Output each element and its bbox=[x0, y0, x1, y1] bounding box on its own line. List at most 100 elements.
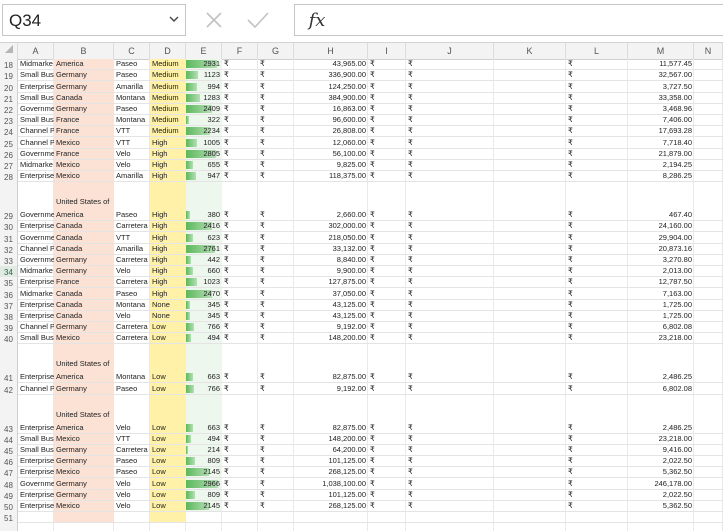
cell-n[interactable] bbox=[694, 266, 723, 276]
cell-f[interactable]: ₹ bbox=[222, 288, 258, 298]
cell-c[interactable]: Carretera bbox=[114, 333, 150, 343]
cell-m[interactable]: 246,178.00 bbox=[628, 478, 694, 488]
cell-g[interactable]: ₹ bbox=[258, 93, 294, 103]
cell-n[interactable] bbox=[694, 456, 723, 466]
cell-n[interactable] bbox=[694, 115, 723, 125]
cell-k[interactable] bbox=[494, 232, 566, 242]
cell-k[interactable] bbox=[494, 149, 566, 159]
cell-f[interactable]: ₹ bbox=[222, 232, 258, 242]
cell-e[interactable]: 322 bbox=[186, 115, 222, 126]
cell-i[interactable]: ₹ bbox=[368, 490, 406, 500]
cell-h[interactable]: 82,875.00 bbox=[294, 395, 368, 433]
cell-h[interactable]: 9,192.00 bbox=[294, 322, 368, 332]
cell-m[interactable]: 7,163.00 bbox=[628, 288, 694, 298]
cell-f[interactable]: ₹ bbox=[222, 501, 258, 511]
cell-e[interactable]: 2145 bbox=[186, 467, 222, 478]
table-row[interactable]: Enterprise Germany Amarilla Medium 994 ₹ ₹124,… bbox=[18, 81, 723, 93]
cell-m[interactable]: 3,468.96 bbox=[628, 104, 694, 114]
cell-d[interactable]: Medium bbox=[150, 70, 186, 81]
cell-m[interactable]: 1,725.00 bbox=[628, 311, 694, 321]
cell-m[interactable]: 3,270.80 bbox=[628, 255, 694, 265]
cell-m[interactable]: 3,727.50 bbox=[628, 81, 694, 91]
table-row[interactable]: Governme Germany Paseo Medium 2409 ₹ ₹16,863.0… bbox=[18, 103, 723, 115]
cell-h[interactable]: 43,965.00 bbox=[294, 59, 368, 69]
cell-h[interactable]: 268,125.00 bbox=[294, 501, 368, 511]
cell-l[interactable]: ₹ bbox=[566, 81, 628, 91]
cell-m[interactable]: 12,787.50 bbox=[628, 277, 694, 287]
cell-b[interactable]: Germany bbox=[54, 444, 114, 455]
cell-g[interactable]: ₹ bbox=[258, 333, 294, 343]
cell-a[interactable]: Small Busi bbox=[18, 115, 54, 125]
cell-b[interactable]: Canada bbox=[54, 243, 114, 254]
column-header-g[interactable]: G bbox=[258, 43, 294, 59]
cell-m[interactable]: 23,218.00 bbox=[628, 434, 694, 444]
cell-d[interactable]: Low bbox=[150, 500, 186, 511]
cell-b[interactable]: Germany bbox=[54, 103, 114, 114]
row-header[interactable]: 51 bbox=[0, 512, 17, 523]
cell-a[interactable]: Midmarke bbox=[18, 160, 54, 170]
cell-c[interactable]: Paseo bbox=[114, 467, 150, 477]
cell-a[interactable]: Small Busi bbox=[18, 434, 54, 444]
cell-l[interactable]: ₹ bbox=[566, 445, 628, 455]
cell-e[interactable]: 2931 bbox=[186, 59, 222, 70]
cell-c[interactable]: VTT bbox=[114, 137, 150, 147]
cell-c[interactable]: Paseo bbox=[114, 70, 150, 80]
cell-i[interactable]: ₹ bbox=[368, 445, 406, 455]
cell-h[interactable]: 8,840.00 bbox=[294, 255, 368, 265]
cell-i[interactable]: ₹ bbox=[368, 311, 406, 321]
table-row[interactable]: Enterprise Germany Velo Low 809 ₹ ₹101,125.00 ₹… bbox=[18, 489, 723, 501]
cell-b[interactable]: Mexico bbox=[54, 500, 114, 511]
cell-d[interactable]: Low bbox=[150, 444, 186, 455]
cell-k[interactable] bbox=[494, 266, 566, 276]
cell-b[interactable]: Canada bbox=[54, 92, 114, 103]
table-row[interactable] bbox=[18, 512, 723, 524]
cell-g[interactable]: ₹ bbox=[258, 300, 294, 310]
cell-e[interactable]: 1005 bbox=[186, 137, 222, 148]
cell-a[interactable]: Channel P bbox=[18, 383, 54, 393]
cell-a[interactable]: Enterprise bbox=[18, 311, 54, 321]
cell-g[interactable]: ₹ bbox=[258, 456, 294, 466]
cell-f[interactable]: ₹ bbox=[222, 445, 258, 455]
cell-g[interactable]: ₹ bbox=[258, 70, 294, 80]
cell-k[interactable] bbox=[494, 300, 566, 310]
cell-j[interactable]: ₹ bbox=[406, 126, 494, 136]
cell-i[interactable]: ₹ bbox=[368, 182, 406, 220]
cell-d[interactable]: High bbox=[150, 243, 186, 254]
cell-f[interactable]: ₹ bbox=[222, 255, 258, 265]
cell-g[interactable]: ₹ bbox=[258, 277, 294, 287]
cell-e[interactable]: 2416 bbox=[186, 221, 222, 232]
cell-a[interactable]: Enterprise bbox=[18, 300, 54, 310]
cell-f[interactable]: ₹ bbox=[222, 70, 258, 80]
cell-m[interactable]: 467.40 bbox=[628, 182, 694, 220]
row-header[interactable]: 19 bbox=[0, 70, 17, 81]
cell-k[interactable] bbox=[494, 59, 566, 69]
cell-j[interactable]: ₹ bbox=[406, 81, 494, 91]
cell-m[interactable]: 2,022.50 bbox=[628, 456, 694, 466]
cell-j[interactable]: ₹ bbox=[406, 467, 494, 477]
cell-i[interactable]: ₹ bbox=[368, 126, 406, 136]
cell-k[interactable] bbox=[494, 244, 566, 254]
cell-b[interactable]: Mexico bbox=[54, 333, 114, 344]
cell-e[interactable]: 660 bbox=[186, 266, 222, 277]
cell-j[interactable]: ₹ bbox=[406, 322, 494, 332]
cell-l[interactable]: ₹ bbox=[566, 277, 628, 287]
cell-e[interactable]: 2145 bbox=[186, 500, 222, 511]
cell-n[interactable] bbox=[694, 501, 723, 511]
row-header[interactable]: 40 bbox=[0, 333, 17, 344]
cell-i[interactable]: ₹ bbox=[368, 300, 406, 310]
cell-d[interactable]: None bbox=[150, 299, 186, 310]
cell-h[interactable]: 9,900.00 bbox=[294, 266, 368, 276]
cell-d[interactable]: High bbox=[150, 232, 186, 243]
cell-m[interactable]: 2,013.00 bbox=[628, 266, 694, 276]
row-header[interactable]: 35 bbox=[0, 277, 17, 288]
cell-d[interactable]: Medium bbox=[150, 59, 186, 70]
cell-h[interactable]: 124,250.00 bbox=[294, 81, 368, 91]
cell-h[interactable]: 64,200.00 bbox=[294, 445, 368, 455]
cell-f[interactable]: ₹ bbox=[222, 395, 258, 433]
cell-k[interactable] bbox=[494, 434, 566, 444]
cell-e[interactable]: 766 bbox=[186, 322, 222, 333]
cell-k[interactable] bbox=[494, 182, 566, 220]
table-row[interactable]: Midmarke Canada Paseo High 2470 ₹ ₹37,050.00 ₹ ₹… bbox=[18, 288, 723, 300]
function-icon[interactable]: fx bbox=[295, 5, 339, 35]
cell-h[interactable]: 148,200.00 bbox=[294, 333, 368, 343]
